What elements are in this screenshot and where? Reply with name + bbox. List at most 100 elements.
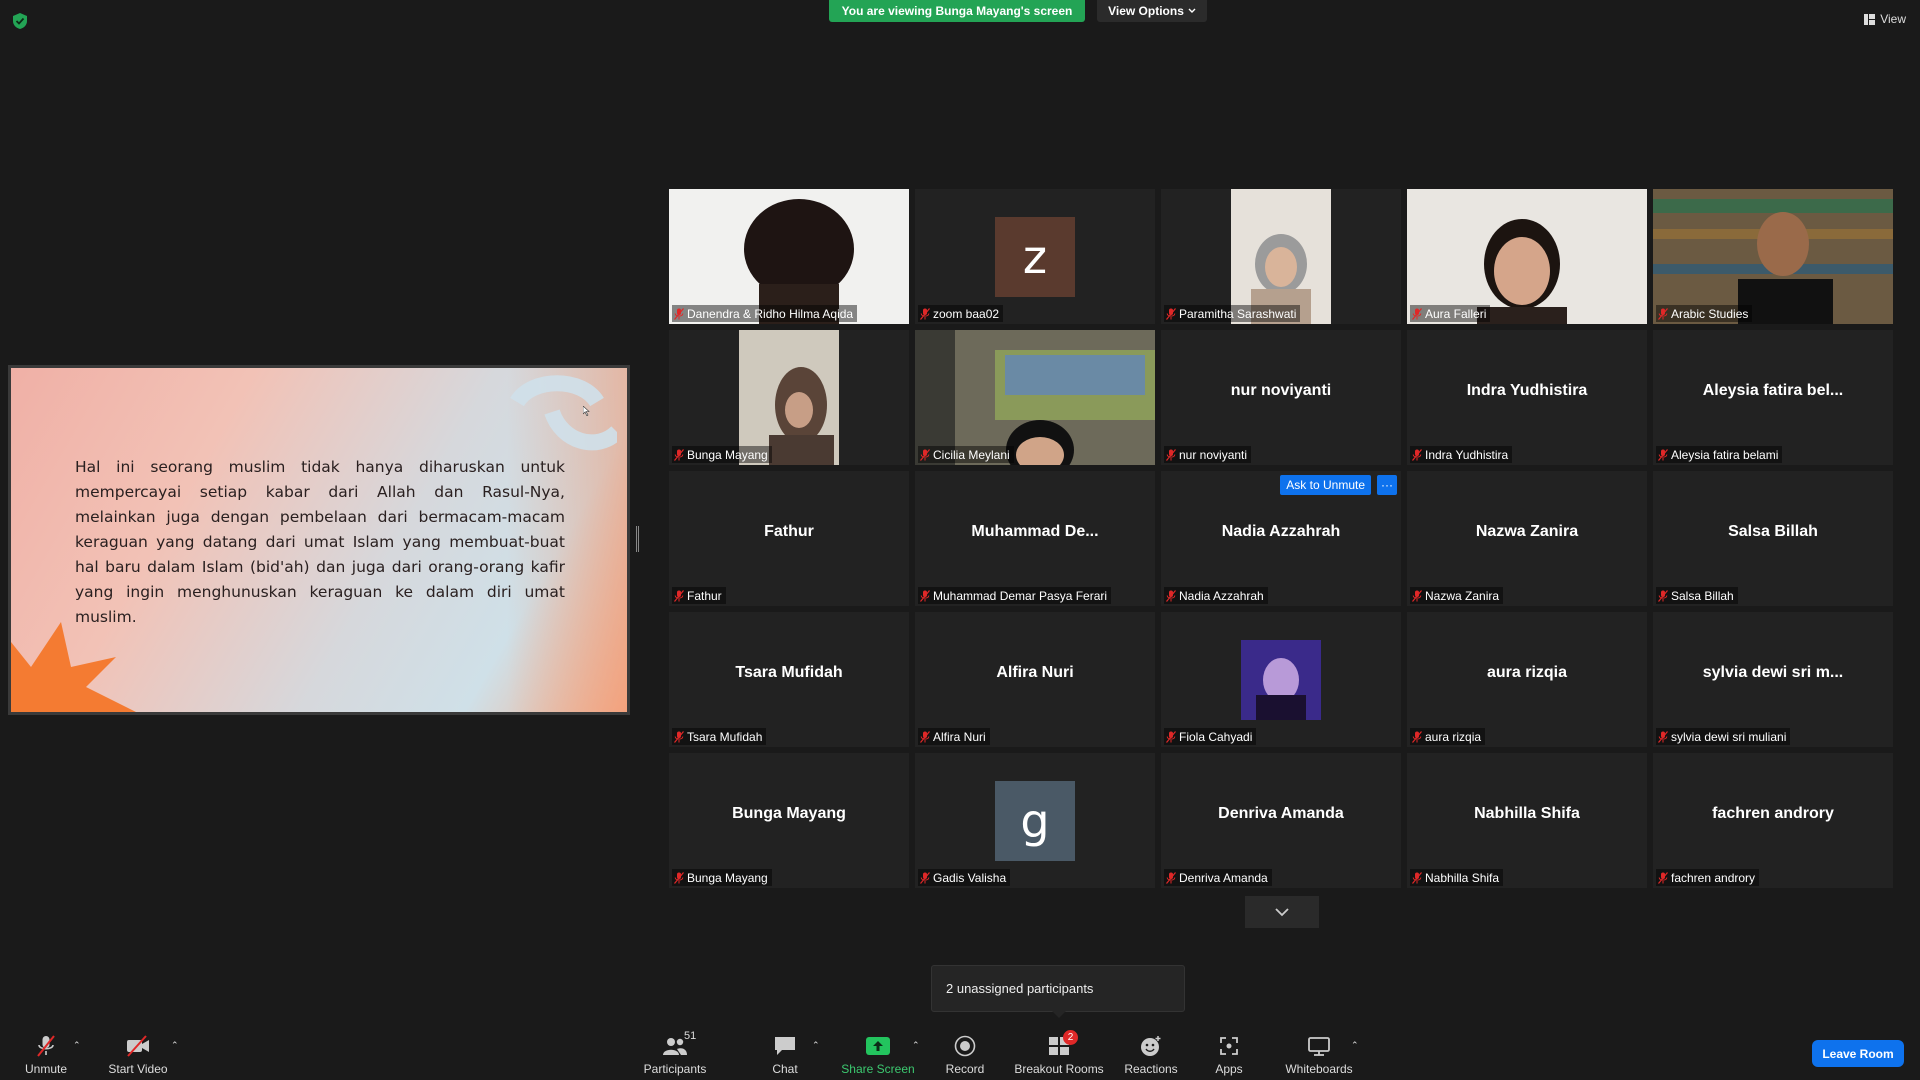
participant-tile[interactable]: Nazwa Zanira Nazwa Zanira (1407, 471, 1647, 606)
shield-icon[interactable] (12, 12, 28, 30)
participant-video (739, 330, 839, 465)
chevron-down-icon (1275, 907, 1289, 916)
muted-mic-icon (674, 589, 684, 602)
participant-display-name: Alfira Nuri (996, 664, 1074, 681)
mouse-cursor-icon (583, 406, 590, 416)
participant-name-tag: Bunga Mayang (672, 869, 772, 886)
start-video-label: Start Video (108, 1062, 168, 1076)
chat-options-caret[interactable]: ⌃ (812, 1040, 820, 1051)
chat-button[interactable]: Chat (760, 1030, 810, 1080)
start-video-button[interactable]: Start Video (106, 1030, 170, 1080)
participant-tile[interactable]: sylvia dewi sri m... sylvia dewi sri muli… (1653, 612, 1893, 747)
slide-text: Hal ini seorang muslim tidak hanya dihar… (75, 458, 565, 626)
participant-name: Arabic Studies (1671, 306, 1749, 321)
participant-tile[interactable]: Salsa Billah Salsa Billah (1653, 471, 1893, 606)
participant-tile[interactable]: Nadia Azzahrah Ask to Unmute ··· Nadia Azza… (1161, 471, 1401, 606)
whiteboards-button[interactable]: Whiteboards (1280, 1030, 1358, 1080)
participant-name: Muhammad Demar Pasya Ferari (933, 588, 1108, 603)
participant-display-name: Denriva Amanda (1218, 805, 1344, 822)
view-button[interactable]: View (1864, 12, 1906, 26)
tooltip-pointer (1052, 1011, 1066, 1018)
participant-tile[interactable]: Alfira Nuri Alfira Nuri (915, 612, 1155, 747)
reactions-smiley-icon (1141, 1036, 1161, 1056)
participant-name-tag: Danendra & Ridho Hilma Aqida (672, 305, 858, 322)
participant-tile[interactable]: Bunga Mayang (669, 330, 909, 465)
muted-mic-icon (920, 307, 930, 320)
participant-name: Alfira Nuri (933, 729, 986, 744)
meeting-toolbar: Unmute ⌃ Start Video ⌃ 51 Participants C… (0, 1030, 1920, 1080)
participant-tile[interactable]: g Gadis Valisha (915, 753, 1155, 888)
participant-tile[interactable]: Aura Falleri (1407, 189, 1647, 324)
participant-tile[interactable]: fachren androry fachren androry (1653, 753, 1893, 888)
participant-tile[interactable]: Fathur Fathur (669, 471, 909, 606)
apps-button[interactable]: Apps (1205, 1030, 1253, 1080)
participant-name: aura rizqia (1425, 729, 1482, 744)
muted-mic-icon (920, 589, 930, 602)
participant-name-tag: Paramitha Sarashwati (1164, 305, 1301, 322)
participant-tile[interactable]: z zoom baa02 (915, 189, 1155, 324)
participant-name: Cicilia Meylani (933, 447, 1010, 462)
whiteboard-options-caret[interactable]: ⌃ (1351, 1040, 1359, 1051)
participant-tile[interactable]: aura rizqia aura rizqia (1407, 612, 1647, 747)
participant-tile[interactable]: Indra Yudhistira Indra Yudhistira (1407, 330, 1647, 465)
participant-name-tag: Indra Yudhistira (1410, 446, 1513, 463)
unassigned-participants-tooltip: 2 unassigned participants (931, 965, 1185, 1012)
participant-name-tag: Alfira Nuri (918, 728, 990, 745)
participant-name: Danendra & Ridho Hilma Aqida (687, 306, 854, 321)
breakout-rooms-button[interactable]: 2 Breakout Rooms (1012, 1030, 1106, 1080)
muted-mic-icon (674, 448, 684, 461)
reactions-label: Reactions (1124, 1062, 1178, 1076)
share-options-caret[interactable]: ⌃ (912, 1040, 920, 1051)
microphone-muted-icon (37, 1035, 55, 1057)
participant-display-name: Nadia Azzahrah (1221, 523, 1341, 540)
breakout-rooms-badge: 2 (1063, 1030, 1078, 1045)
apps-label: Apps (1215, 1062, 1243, 1076)
panel-resize-handle[interactable] (636, 526, 639, 552)
participant-name: Indra Yudhistira (1425, 447, 1509, 462)
participant-display-name: nur noviyanti (1230, 382, 1332, 399)
gallery-scroll-down-button[interactable] (1245, 896, 1319, 928)
muted-mic-icon (1658, 730, 1668, 743)
participant-name-tag: Nazwa Zanira (1410, 587, 1504, 604)
muted-mic-icon (1658, 871, 1668, 884)
participant-name: Bunga Mayang (687, 447, 768, 462)
participant-tile[interactable]: Paramitha Sarashwati (1161, 189, 1401, 324)
participant-tile[interactable]: Cicilia Meylani (915, 330, 1155, 465)
shared-screen[interactable]: Hal ini seorang muslim tidak hanya dihar… (8, 365, 630, 715)
participant-tile[interactable]: Aleysia fatira bel... Aleysia fatira bela… (1653, 330, 1893, 465)
more-options-button[interactable]: ··· (1377, 475, 1397, 495)
participant-tile[interactable]: Bunga Mayang Bunga Mayang (669, 753, 909, 888)
participant-tile[interactable]: Muhammad De... Muhammad Demar Pasya Ferar… (915, 471, 1155, 606)
grid-view-icon (1864, 13, 1876, 25)
participant-name-tag: Gadis Valisha (918, 869, 1011, 886)
participant-tile[interactable]: Arabic Studies (1653, 189, 1893, 324)
participant-video (1653, 189, 1893, 324)
participant-tile[interactable]: Tsara Mufidah Tsara Mufidah (669, 612, 909, 747)
muted-mic-icon (1658, 448, 1668, 461)
muted-mic-icon (674, 730, 684, 743)
participant-display-name: Fathur (764, 523, 814, 540)
leave-room-button[interactable]: Leave Room (1812, 1040, 1904, 1067)
participant-gallery: Danendra & Ridho Hilma Aqida z zoom baa02 P… (669, 189, 1895, 888)
participant-name-tag: Arabic Studies (1656, 305, 1753, 322)
participant-name: zoom baa02 (933, 306, 1000, 321)
participant-video (1231, 189, 1331, 324)
participant-tile[interactable]: Danendra & Ridho Hilma Aqida (669, 189, 909, 324)
audio-options-caret[interactable]: ⌃ (73, 1040, 81, 1051)
view-label: View (1880, 12, 1906, 26)
share-screen-button[interactable]: Share Screen (838, 1030, 918, 1080)
reactions-button[interactable]: Reactions (1120, 1030, 1182, 1080)
participant-tile[interactable]: Fiola Cahyadi (1161, 612, 1401, 747)
participant-display-name: Nabhilla Shifa (1474, 805, 1580, 822)
participants-button[interactable]: 51 Participants (640, 1030, 710, 1080)
participant-tile[interactable]: nur noviyanti nur noviyanti (1161, 330, 1401, 465)
video-options-caret[interactable]: ⌃ (171, 1040, 179, 1051)
participant-tile[interactable]: Denriva Amanda Denriva Amanda (1161, 753, 1401, 888)
ask-to-unmute-button[interactable]: Ask to Unmute (1280, 475, 1371, 495)
participant-name: Nazwa Zanira (1425, 588, 1500, 603)
participant-video (1241, 640, 1321, 720)
unmute-button[interactable]: Unmute (18, 1030, 74, 1080)
view-options-button[interactable]: View Options (1097, 0, 1207, 22)
participant-tile[interactable]: Nabhilla Shifa Nabhilla Shifa (1407, 753, 1647, 888)
record-button[interactable]: Record (940, 1030, 990, 1080)
